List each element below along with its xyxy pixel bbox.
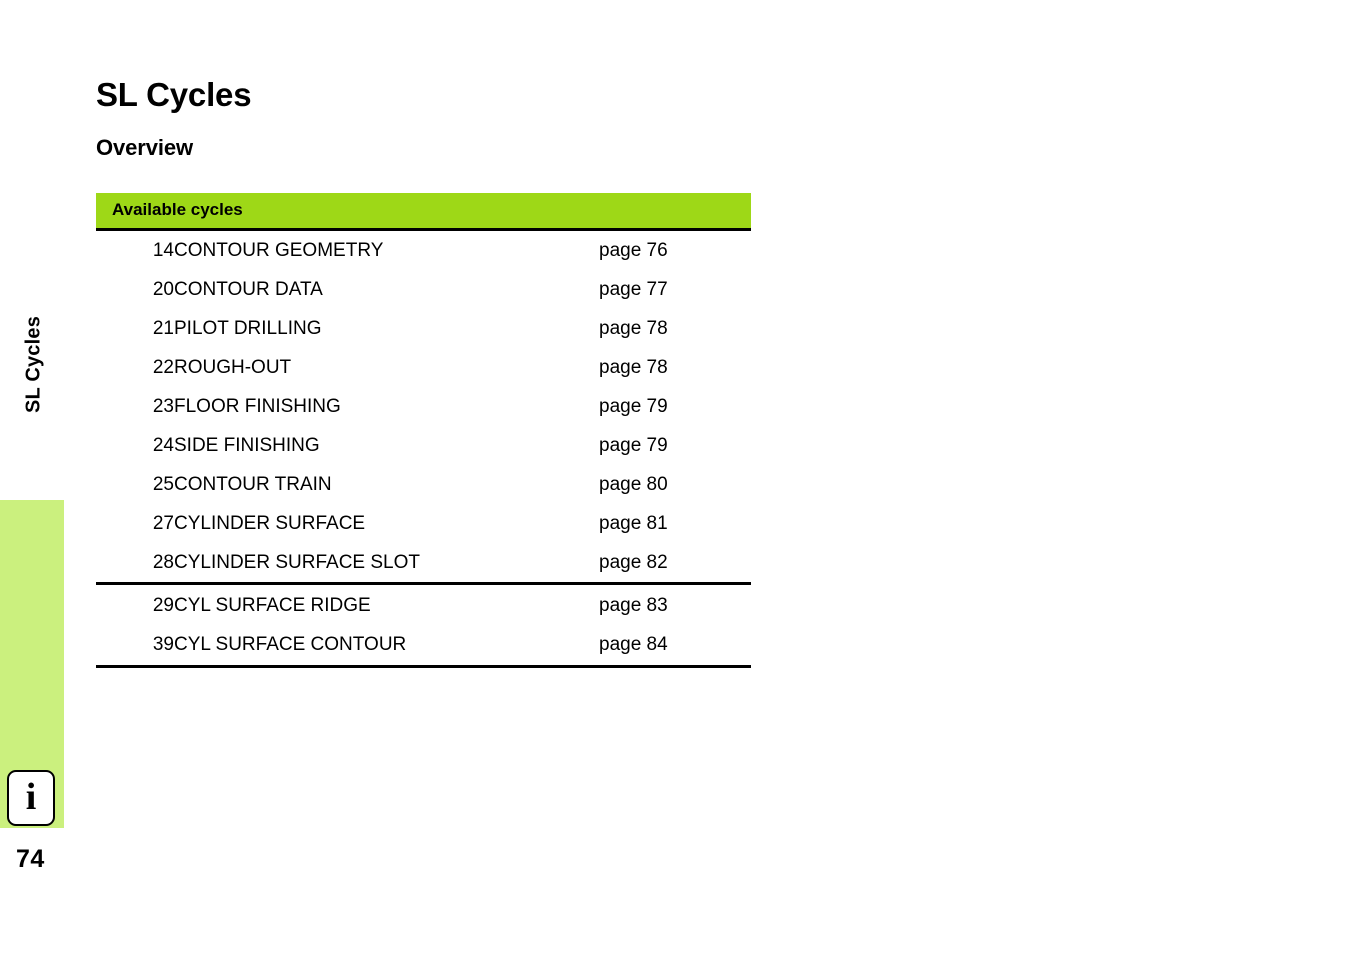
table-row: 22 ROUGH-OUT page 78 — [96, 348, 751, 387]
cycle-name: CYLINDER SURFACE SLOT — [174, 551, 420, 573]
cycle-page-ref[interactable]: page 82 — [599, 543, 751, 584]
cycle-page-ref[interactable]: page 78 — [599, 348, 751, 387]
cycle-page-ref[interactable]: page 76 — [599, 231, 751, 270]
cycle-number: 14 — [152, 239, 174, 261]
table-row: 20 CONTOUR DATA page 77 — [96, 270, 751, 309]
table-row: 25 CONTOUR TRAIN page 80 — [96, 465, 751, 504]
table-row: 29 CYL SURFACE RIDGE page 83 — [96, 584, 751, 626]
cycle-page-ref[interactable]: page 77 — [599, 270, 751, 309]
table-row: 27 CYLINDER SURFACE page 81 — [96, 504, 751, 543]
cycle-name: ROUGH-OUT — [174, 356, 292, 378]
cycle-number: 25 — [152, 473, 174, 495]
cycle-number: 39 — [152, 634, 174, 655]
table-caption: Available cycles — [96, 193, 751, 231]
cycle-page-ref[interactable]: page 81 — [599, 504, 751, 543]
cycle-name: CYLINDER SURFACE — [174, 512, 366, 534]
content-column: SL Cycles Overview Available cycles 14 CO… — [96, 0, 751, 668]
info-icon: i — [7, 770, 55, 826]
available-cycles-table: Available cycles 14 CONTOUR GEOMETRY page … — [96, 193, 751, 668]
table-row: 14 CONTOUR GEOMETRY page 76 — [96, 231, 751, 270]
table-row: 24 SIDE FINISHING page 79 — [96, 426, 751, 465]
cycle-number: 23 — [152, 395, 174, 417]
table-group-primary: 14 CONTOUR GEOMETRY page 76 20 CONTOUR DATA p… — [96, 231, 751, 584]
cycle-page-ref[interactable]: page 80 — [599, 465, 751, 504]
cycle-page-ref[interactable]: page 78 — [599, 309, 751, 348]
cycle-number: 28 — [152, 551, 174, 573]
cycle-name: CYL SURFACE CONTOUR — [174, 634, 407, 655]
table-row: 21 PILOT DRILLING page 78 — [96, 309, 751, 348]
cycle-number: 22 — [152, 356, 174, 378]
cycle-number: 21 — [152, 317, 174, 339]
section-title: Overview — [96, 135, 194, 160]
cycle-name: CONTOUR DATA — [174, 278, 323, 300]
cycle-page-ref[interactable]: page 84 — [599, 626, 751, 667]
cycle-number: 29 — [152, 595, 174, 616]
running-head-sl-cycles: SL Cycles — [22, 315, 45, 414]
table-row: 39 CYL SURFACE CONTOUR page 84 — [96, 626, 751, 667]
table-row: 23 FLOOR FINISHING page 79 — [96, 387, 751, 426]
cycle-page-ref[interactable]: page 83 — [599, 584, 751, 626]
info-icon-glyph: i — [25, 776, 37, 819]
cycle-name: CONTOUR GEOMETRY — [174, 239, 384, 261]
cycle-name: CYL SURFACE RIDGE — [174, 595, 371, 616]
page-number: 74 — [16, 845, 45, 873]
cycle-number: 27 — [152, 512, 174, 534]
cycle-name: FLOOR FINISHING — [174, 395, 341, 417]
cycle-name: SIDE FINISHING — [174, 434, 320, 456]
cycle-name: CONTOUR TRAIN — [174, 473, 332, 495]
cycle-number: 20 — [152, 278, 174, 300]
chapter-title: SL Cycles — [96, 76, 252, 113]
cycle-page-ref[interactable]: page 79 — [599, 426, 751, 465]
cycle-page-ref[interactable]: page 79 — [599, 387, 751, 426]
table-row: 28 CYLINDER SURFACE SLOT page 82 — [96, 543, 751, 584]
cycle-name: PILOT DRILLING — [174, 317, 322, 339]
cycle-number: 24 — [152, 434, 174, 456]
table-group-secondary: 29 CYL SURFACE RIDGE page 83 39 CYL SURFACE … — [96, 584, 751, 667]
